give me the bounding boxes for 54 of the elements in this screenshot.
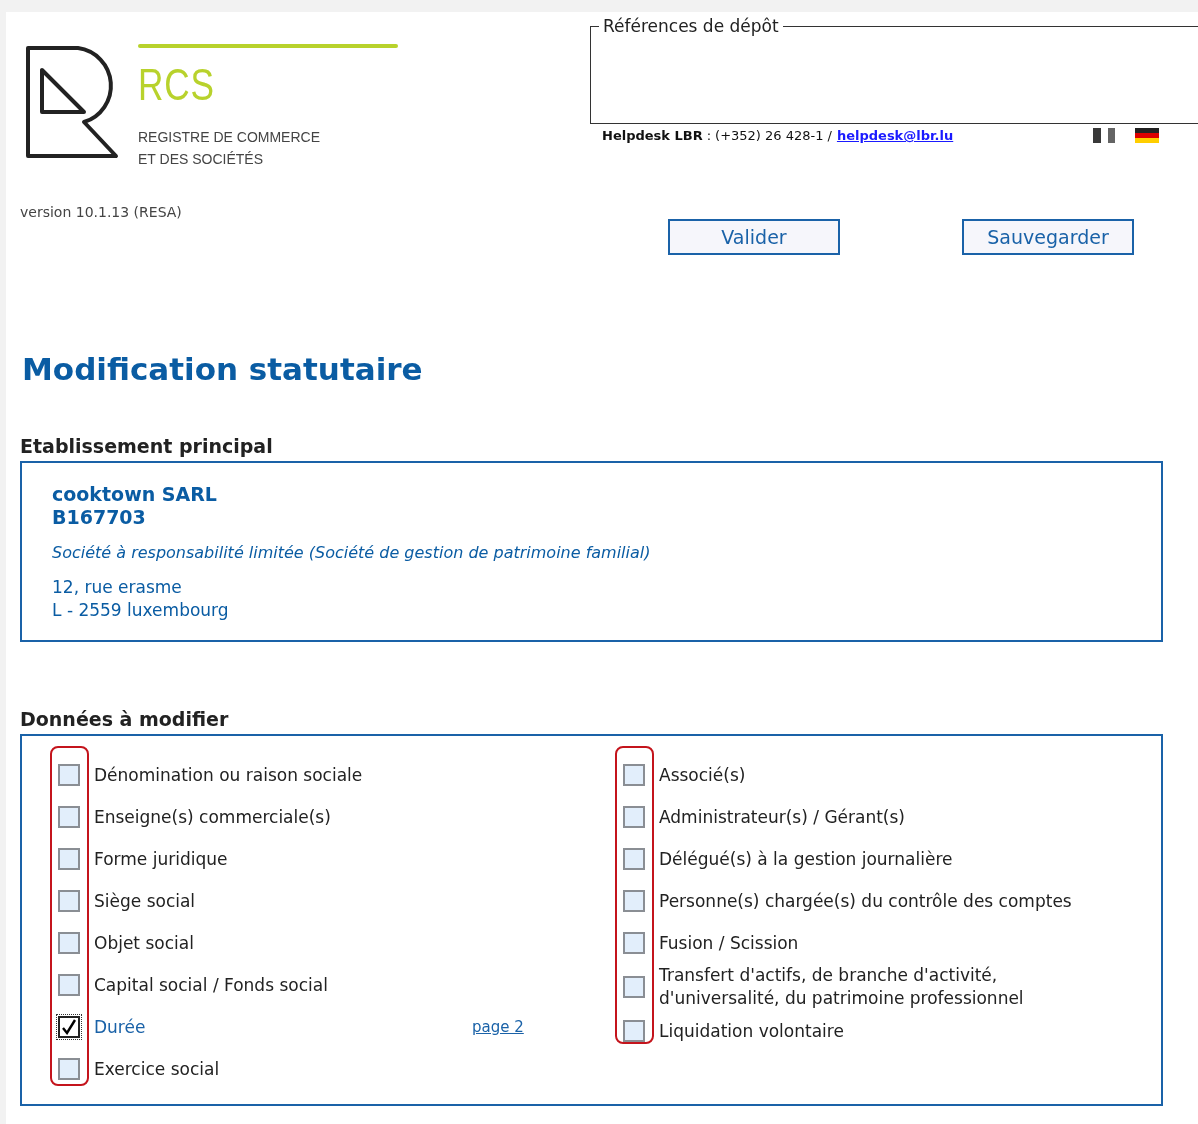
option-label: Délégué(s) à la gestion journalière (659, 847, 953, 871)
save-button[interactable]: Sauvegarder (962, 219, 1134, 255)
logo-name: RCS (138, 62, 216, 108)
page-link[interactable]: page 2 (472, 1018, 524, 1036)
checkmark-icon (61, 1019, 77, 1035)
option-label: Durée (94, 1015, 146, 1039)
helpdesk-label: Helpdesk LBR (602, 128, 703, 143)
legal-form: Société à responsabilité limitée (Société de gestion de patrimoine familial) (52, 542, 652, 564)
company-name: cooktown SARL (52, 483, 218, 506)
section-heading: Etablissement principal (20, 435, 274, 457)
checkbox[interactable] (58, 806, 80, 828)
checkbox[interactable] (623, 890, 645, 912)
french-flag-icon[interactable] (1093, 128, 1116, 143)
checkbox[interactable] (58, 764, 80, 786)
checkbox[interactable] (623, 764, 645, 786)
option-label: Capital social / Fonds social (94, 973, 328, 997)
checkbox[interactable] (58, 1016, 80, 1038)
option-label: Dénomination ou raison sociale (94, 763, 363, 787)
logo-subtitle: ET DES SOCIÉTÉS (138, 150, 263, 169)
helpdesk-phone: (+352) 26 428-1 (715, 128, 824, 143)
option-label: Forme juridique (94, 847, 228, 871)
option-label: Objet social (94, 931, 194, 955)
page-title: Modification statutaire (22, 351, 424, 387)
checkbox[interactable] (58, 974, 80, 996)
checkbox[interactable] (623, 1020, 645, 1042)
option-label: Liquidation volontaire (659, 1019, 844, 1043)
checkbox[interactable] (623, 932, 645, 954)
checkbox[interactable] (58, 932, 80, 954)
german-flag-icon[interactable] (1135, 128, 1160, 143)
option-label: Fusion / Scission (659, 931, 799, 955)
checkbox[interactable] (58, 848, 80, 870)
checkbox[interactable] (623, 848, 645, 870)
checkbox[interactable] (623, 976, 645, 998)
helpdesk-email-link[interactable]: helpdesk@lbr.lu (836, 128, 954, 143)
helpdesk-slash: / (827, 128, 832, 143)
option-label: Associé(s) (659, 763, 746, 787)
logo-subtitle: REGISTRE DE COMMERCE (138, 128, 320, 147)
option-label: Enseigne(s) commerciale(s) (94, 805, 331, 829)
checkbox[interactable] (58, 1058, 80, 1080)
address-line: L - 2559 luxembourg (52, 599, 230, 622)
checkbox[interactable] (58, 890, 80, 912)
helpdesk-separator: : (706, 128, 712, 143)
references-legend: Références de dépôt (599, 16, 783, 36)
address-line: 12, rue erasme (52, 576, 183, 599)
checkbox[interactable] (623, 806, 645, 828)
option-label: Personne(s) chargée(s) du contrôle des comptes (659, 889, 1072, 913)
option-label: Siège social (94, 889, 196, 913)
option-label: Exercice social (94, 1057, 220, 1081)
company-number: B167703 (52, 506, 147, 529)
option-label: Administrateur(s) / Gérant(s) (659, 805, 905, 829)
option-label: Transfert d'actifs, de branche d'activité, d'universalité, du patrimoine professionnel (659, 964, 1025, 1010)
validate-button[interactable]: Valider (668, 219, 840, 255)
section-heading: Données à modifier (20, 708, 230, 730)
version-text: version 10.1.13 (RESA) (20, 204, 183, 220)
